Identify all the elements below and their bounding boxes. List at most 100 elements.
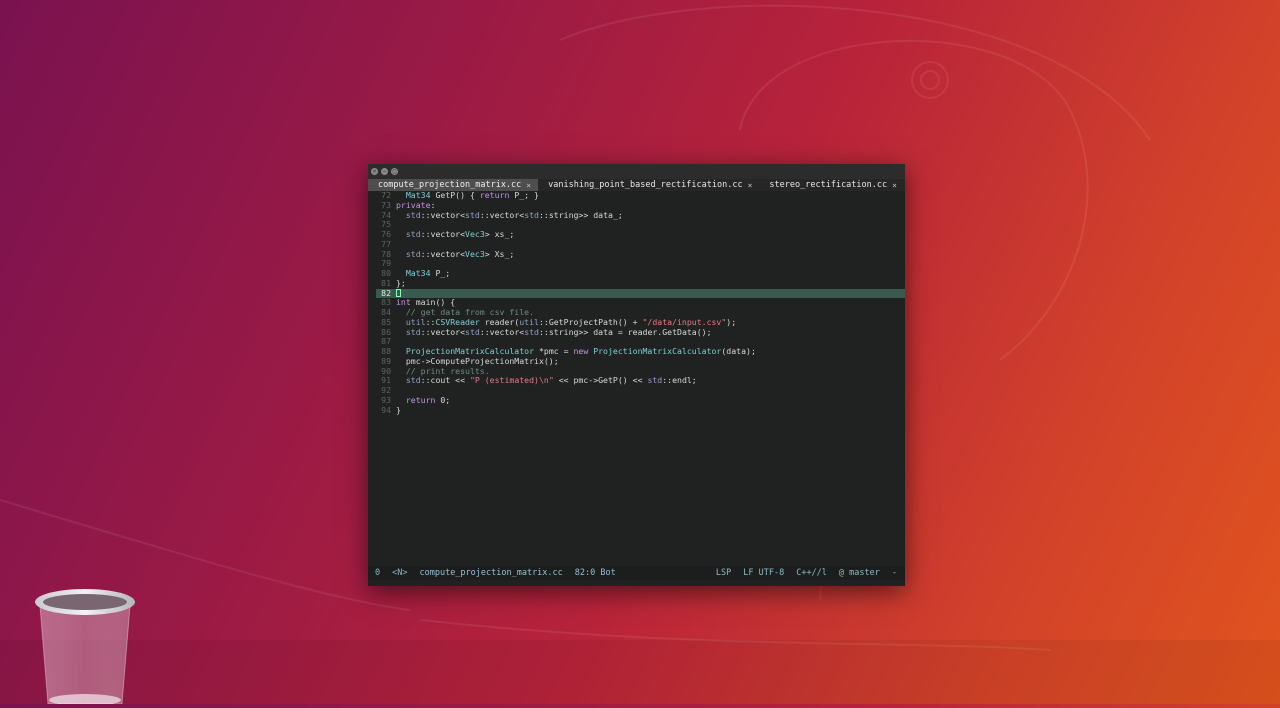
code-token: std: [465, 326, 480, 337]
code-token: std: [465, 209, 480, 220]
line-number: 94: [381, 404, 391, 415]
tab-close-icon[interactable]: ×: [892, 181, 897, 190]
cursor-position: 82:0 Bot: [574, 568, 616, 578]
code-line[interactable]: 72 Mat34 GetP() { return P_; }: [368, 190, 905, 201]
code-token: int: [396, 297, 411, 308]
code-token: std: [405, 326, 421, 337]
code-token: };: [396, 277, 406, 288]
code-token: 0;: [435, 394, 451, 405]
code-line[interactable]: 76 std::vector<Vec3> xs_;: [368, 229, 905, 240]
code-token: GetP() {: [430, 190, 480, 200]
code-token: pmc->ComputeProjectionMatrix();: [396, 355, 559, 366]
status-end-marker: -: [891, 568, 897, 578]
code-line[interactable]: 74 std::vector<std::vector<std::string>>…: [368, 209, 905, 221]
code-line[interactable]: 81};: [368, 277, 905, 289]
code-token: util: [519, 316, 539, 327]
code-token: reader(: [479, 316, 520, 327]
text-cursor: [396, 289, 401, 297]
code-token: ProjectionMatrixCalculator: [593, 346, 722, 356]
code-token: std: [647, 375, 663, 386]
code-token: ::vector<: [420, 229, 466, 239]
code-token: ::endl;: [662, 375, 697, 386]
tab-2[interactable]: stereo_rectification.cc ×: [759, 179, 904, 191]
code-line[interactable]: 93 return 0;: [368, 394, 905, 406]
current-line[interactable]: 82: [376, 288, 905, 299]
code-token: std: [405, 229, 421, 239]
code-token: Vec3: [465, 229, 485, 239]
code-token: Mat34: [405, 190, 431, 200]
tab-1[interactable]: vanishing_point_based_rectification.cc ×: [538, 179, 759, 191]
code-token: private: [396, 199, 431, 210]
tab-close-icon[interactable]: ×: [526, 181, 531, 190]
code-token: ::string>> data_;: [539, 209, 623, 220]
trash-icon[interactable]: [34, 588, 136, 706]
code-line[interactable]: 78 std::vector<Vec3> Xs_;: [368, 248, 905, 260]
code-token: << pmc->GetP() <<: [553, 375, 648, 386]
code-token: return: [405, 394, 436, 405]
code-token: main() {: [410, 297, 456, 308]
tab-label: stereo_rectification.cc: [769, 180, 888, 190]
code-token: "P (estimated)\n": [469, 375, 554, 386]
code-line[interactable]: 94}: [368, 404, 905, 416]
code-token: P_;: [430, 268, 451, 278]
status-file-name: compute_projection_matrix.cc: [419, 568, 563, 578]
code-token: std: [524, 209, 539, 220]
code-token: ::vector<: [420, 326, 466, 337]
code-token: util: [405, 316, 426, 327]
code-token: ::vector<: [420, 209, 466, 220]
code-token: std: [405, 375, 421, 386]
title-bar: × – □: [368, 164, 905, 179]
code-token: return: [479, 190, 510, 200]
status-bar: 0 <N> compute_projection_matrix.cc 82:0 …: [368, 566, 905, 580]
code-area[interactable]: 72 Mat34 GetP() { return P_; } 73 private:…: [368, 190, 905, 566]
code-token: > Xs_;: [484, 248, 515, 259]
editor-window: × – □ compute_projection_matrix.cc × vanis…: [368, 164, 905, 586]
language-indicator[interactable]: C++//l: [796, 568, 827, 578]
code-token: Mat34: [405, 268, 431, 278]
code-token: > xs_;: [484, 229, 515, 239]
code-token: ProjectionMatrixCalculator: [405, 346, 535, 356]
minimize-window-button[interactable]: –: [381, 168, 388, 175]
editor-mode: <N>: [392, 568, 408, 578]
code-line[interactable]: 91 std::cout << "P (estimated)\n" << pmc…: [368, 375, 905, 386]
code-token: ::string>> data = reader.GetData();: [539, 326, 712, 337]
code-token: );: [726, 316, 737, 327]
code-token: Vec3: [465, 248, 485, 259]
tab-3[interactable]: zhang_ca: [904, 179, 905, 191]
encoding-indicator[interactable]: LF UTF-8: [743, 568, 784, 578]
code-token: ::vector<: [479, 209, 525, 220]
tab-label: vanishing_point_based_rectification.cc: [548, 180, 743, 190]
code-token: ::vector<: [420, 248, 466, 259]
code-token: new: [573, 346, 589, 356]
code-line[interactable]: 86 std::vector<std::vector<std::string>>…: [368, 326, 905, 338]
git-branch[interactable]: @ master: [839, 568, 880, 578]
code-token: (data);: [721, 346, 756, 356]
tab-close-icon[interactable]: ×: [748, 181, 753, 190]
code-line[interactable]: 80 Mat34 P_;: [368, 268, 905, 279]
workspace-number: 0: [375, 568, 381, 578]
tab-label: compute_projection_matrix.cc: [378, 180, 522, 190]
code-token: // get data from csv file.: [396, 307, 535, 317]
lsp-indicator[interactable]: LSP: [716, 568, 731, 578]
maximize-window-button[interactable]: □: [391, 168, 398, 175]
close-window-button[interactable]: ×: [371, 168, 378, 175]
code-token: *pmc =: [534, 346, 574, 356]
code-token: ::vector<: [479, 326, 525, 337]
code-token: // print results.: [396, 365, 490, 376]
code-token: CSVReader: [435, 316, 480, 327]
code-token: std: [405, 209, 421, 220]
code-token: ::GetProjectPath() +: [538, 316, 643, 327]
code-token: "/data/input.csv": [642, 316, 727, 327]
code-token: P_; }: [509, 190, 539, 200]
code-token: ::: [425, 316, 436, 327]
